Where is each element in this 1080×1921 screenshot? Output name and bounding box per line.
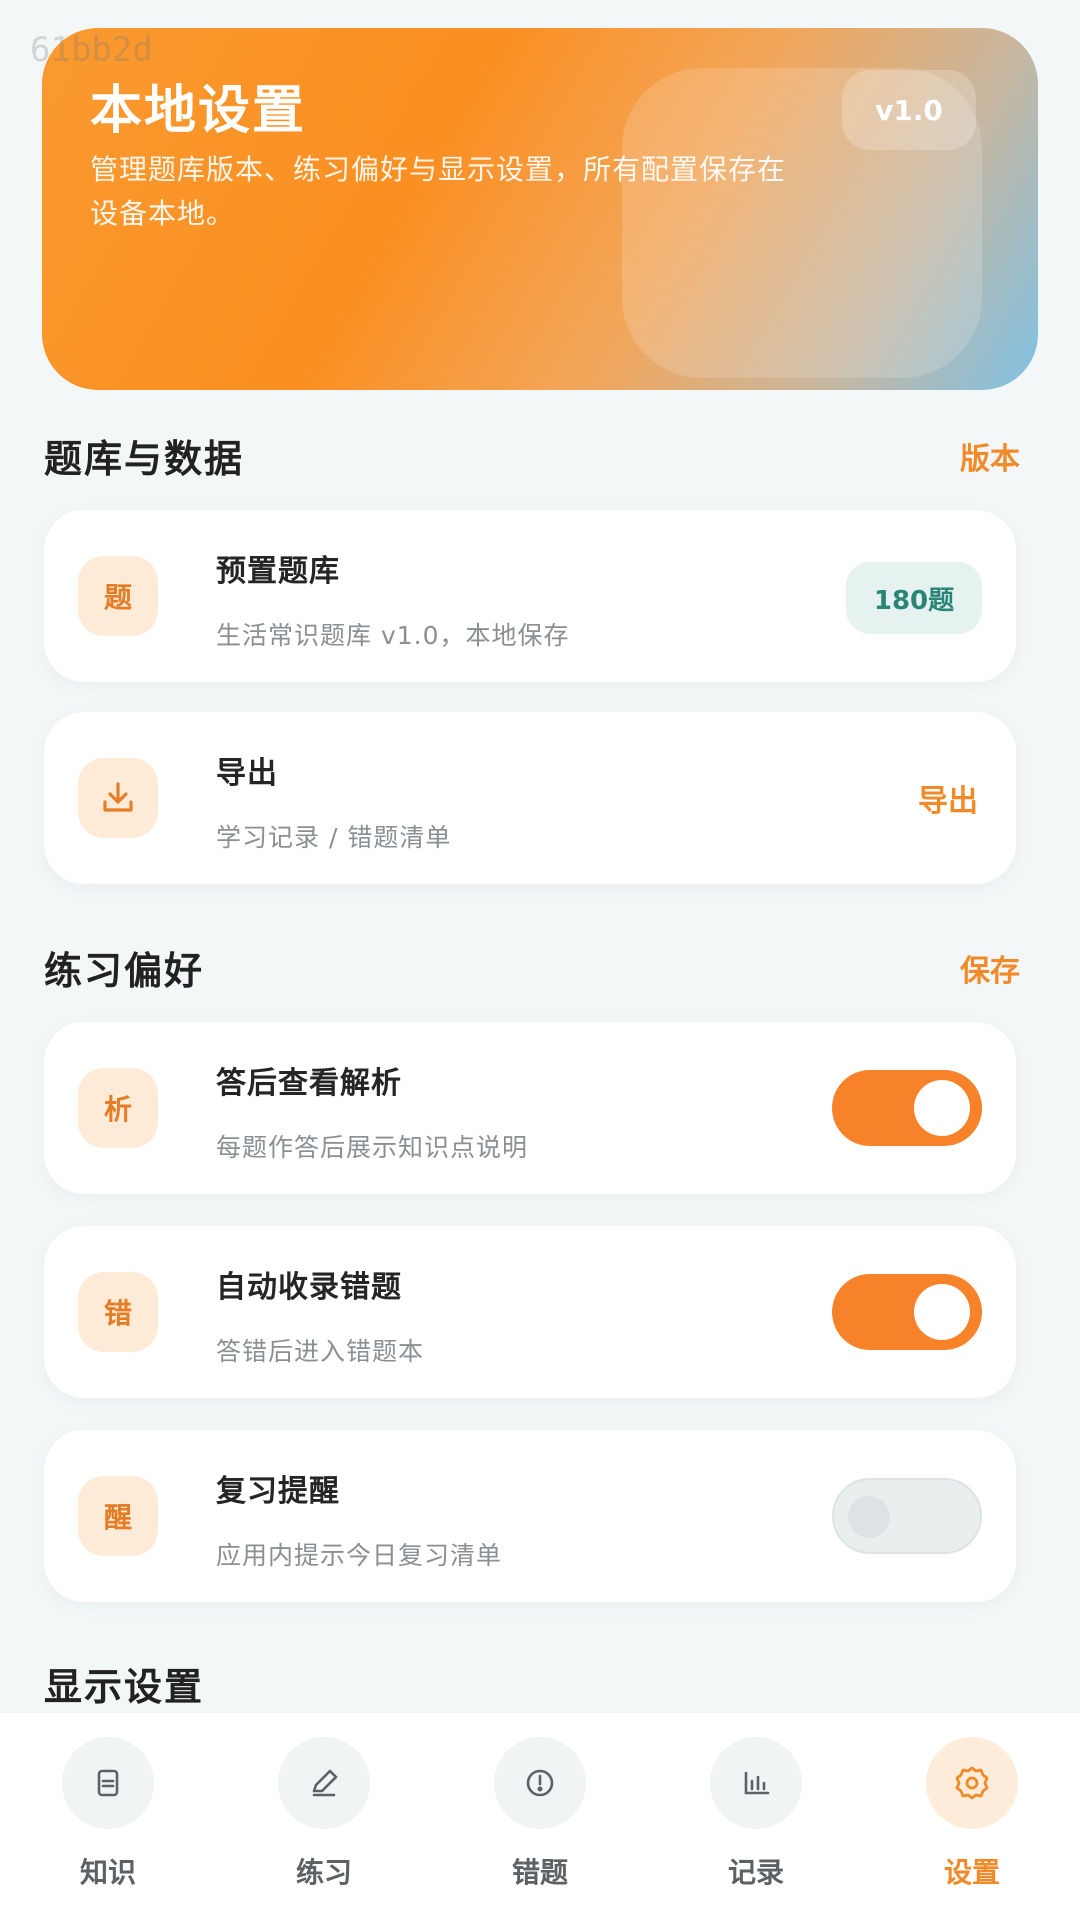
bottom-tab-bar: 知识 练习 错题 记录 设置 (0, 1712, 1080, 1921)
card-export[interactable]: 导出 学习记录 / 错题清单 导出 (44, 712, 1016, 884)
document-icon (62, 1737, 154, 1829)
card-review-reminder: 醒 复习提醒 应用内提示今日复习清单 (44, 1430, 1016, 1602)
download-icon (78, 758, 158, 838)
card-subtitle: 应用内提示今日复习清单 (216, 1541, 503, 1570)
wrong-icon: 错 (78, 1272, 158, 1352)
section-title-display: 显示设置 (44, 1665, 205, 1709)
section-title-practice: 练习偏好 (44, 949, 205, 993)
tab-label: 记录 (727, 1856, 784, 1889)
question-count-badge: 180题 (846, 562, 982, 634)
card-show-analysis: 析 答后查看解析 每题作答后展示知识点说明 (44, 1022, 1016, 1194)
card-title: 自动收录错题 (216, 1270, 402, 1305)
tab-label: 练习 (295, 1856, 352, 1889)
auto-collect-toggle[interactable] (832, 1274, 982, 1350)
card-title: 复习提醒 (216, 1474, 340, 1509)
tab-knowledge[interactable]: 知识 (0, 1713, 216, 1921)
section-title-bank: 题库与数据 (44, 437, 245, 481)
toggle-knob (848, 1496, 890, 1538)
alert-circle-icon (494, 1737, 586, 1829)
card-auto-collect-wrong: 错 自动收录错题 答错后进入错题本 (44, 1226, 1016, 1398)
preset-bank-icon: 题 (78, 556, 158, 636)
version-link[interactable]: 版本 (960, 434, 1020, 478)
toggle-knob (914, 1284, 970, 1340)
toggle-knob (914, 1080, 970, 1136)
version-badge: v1.0 (842, 70, 976, 150)
card-subtitle: 学习记录 / 错题清单 (216, 823, 452, 852)
tab-practice[interactable]: 练习 (216, 1713, 432, 1921)
export-button[interactable]: 导出 (918, 776, 978, 820)
tab-label: 知识 (79, 1856, 136, 1889)
save-button[interactable]: 保存 (960, 946, 1020, 990)
watermark: 61bb2d (30, 30, 153, 70)
bar-chart-icon (710, 1737, 802, 1829)
reminder-icon: 醒 (78, 1476, 158, 1556)
gear-icon (926, 1737, 1018, 1829)
card-title: 导出 (216, 756, 278, 791)
tab-records[interactable]: 记录 (648, 1713, 864, 1921)
card-title: 预置题库 (216, 554, 340, 589)
card-subtitle: 每题作答后展示知识点说明 (216, 1133, 529, 1162)
section-header-display: 显示设置 (44, 1656, 1020, 1712)
hero-banner: 本地设置 管理题库版本、练习偏好与显示设置，所有配置保存在设备本地。 v1.0 (42, 28, 1038, 390)
section-header-practice: 练习偏好 保存 (44, 940, 1020, 996)
tab-wrong[interactable]: 错题 (432, 1713, 648, 1921)
tab-label: 错题 (511, 1856, 568, 1889)
show-analysis-toggle[interactable] (832, 1070, 982, 1146)
card-title: 答后查看解析 (216, 1066, 402, 1101)
card-subtitle: 答错后进入错题本 (216, 1337, 425, 1366)
pencil-icon (278, 1737, 370, 1829)
card-preset-bank[interactable]: 题 预置题库 生活常识题库 v1.0，本地保存 180题 (44, 510, 1016, 682)
tab-settings[interactable]: 设置 (864, 1713, 1080, 1921)
analysis-icon: 析 (78, 1068, 158, 1148)
card-subtitle: 生活常识题库 v1.0，本地保存 (216, 621, 570, 650)
review-reminder-toggle[interactable] (832, 1478, 982, 1554)
page-description: 管理题库版本、练习偏好与显示设置，所有配置保存在设备本地。 (90, 153, 787, 230)
page-title: 本地设置 (90, 81, 307, 141)
tab-label: 设置 (943, 1856, 1000, 1889)
section-header-bank: 题库与数据 版本 (44, 428, 1020, 484)
